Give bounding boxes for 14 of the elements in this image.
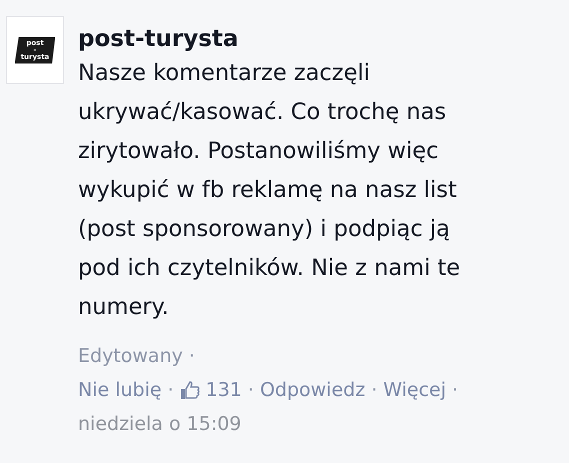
comment-text: Nasze komentarze zaczęli ukrywać/kasować. Co trochę nas zirytowało. Postanowiliśmy więc wykupić w fb reklamę na nasz list (post sponsorowany) i podpiąc ją pod ich czytelników. Nie z nami te numery. (78, 59, 460, 322)
like-count[interactable]: 131 (206, 373, 242, 407)
author-name[interactable]: post-turysta (78, 24, 460, 54)
separator-dot: · (168, 378, 174, 403)
separator-dot: · (188, 344, 195, 369)
separator-dot: · (248, 378, 254, 403)
action-link[interactable]: Nie lubię (78, 373, 162, 407)
separator-dot: · (371, 378, 378, 403)
separator-dot: · (452, 378, 458, 403)
timestamp[interactable]: niedziela o 15:09 (78, 407, 242, 441)
action-link[interactable]: Odpowiedz (260, 373, 366, 407)
thumbs-up-icon (180, 380, 200, 400)
edited-label[interactable]: Edytowany (78, 339, 183, 373)
action-link[interactable]: Więcej (383, 373, 446, 407)
